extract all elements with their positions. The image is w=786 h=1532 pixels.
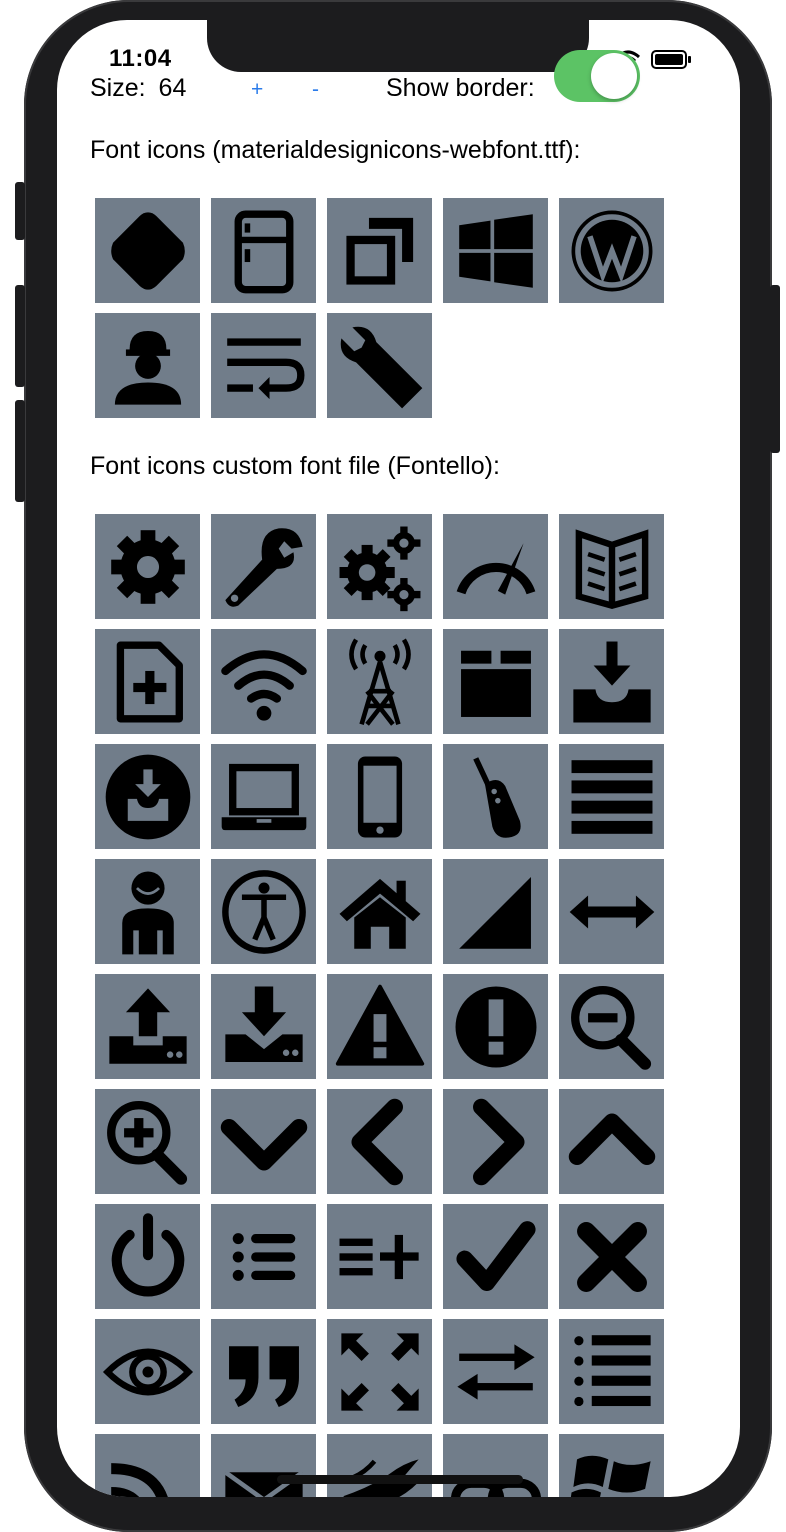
show-border-label: Show border: bbox=[386, 74, 535, 102]
power-icon bbox=[95, 1204, 200, 1309]
increase-size-button[interactable]: + bbox=[251, 78, 263, 102]
accessibility-icon bbox=[211, 859, 316, 964]
zoom-out-icon bbox=[559, 974, 664, 1079]
chevron-right-icon bbox=[443, 1089, 548, 1194]
power-side-button bbox=[770, 285, 780, 453]
chevron-left-icon bbox=[327, 1089, 432, 1194]
expand-icon bbox=[327, 1319, 432, 1424]
home-icon bbox=[327, 859, 432, 964]
fridge-icon bbox=[211, 198, 316, 303]
chevron-up-icon bbox=[559, 1089, 664, 1194]
wifi-icon bbox=[211, 629, 316, 734]
gauge-icon bbox=[443, 514, 548, 619]
windows-logo-icon bbox=[443, 198, 548, 303]
fire-icon bbox=[327, 1434, 432, 1497]
home-indicator[interactable] bbox=[277, 1475, 523, 1484]
wrap-text-icon bbox=[211, 313, 316, 418]
battery-icon bbox=[651, 50, 691, 69]
file-add-icon bbox=[95, 629, 200, 734]
inbox-download-icon bbox=[559, 629, 664, 734]
quote-icon bbox=[211, 1319, 316, 1424]
windows-flag-icon bbox=[559, 1434, 664, 1497]
list-bullet-icon bbox=[211, 1204, 316, 1309]
upload-icon bbox=[95, 974, 200, 1079]
box-icon bbox=[443, 629, 548, 734]
download-icon bbox=[211, 974, 316, 1079]
rss-icon bbox=[95, 1434, 200, 1497]
size-value: 64 bbox=[158, 74, 187, 102]
mobile-icon bbox=[327, 744, 432, 849]
resize-horizontal-icon bbox=[559, 859, 664, 964]
book-open-icon bbox=[559, 514, 664, 619]
mail-icon bbox=[211, 1434, 316, 1497]
show-border-toggle[interactable] bbox=[554, 50, 640, 102]
wrench-material-icon bbox=[327, 313, 432, 418]
menu-icon bbox=[559, 744, 664, 849]
app-screen: 11:04 Size: 64 + - Show border: Font ico… bbox=[57, 20, 740, 1497]
close-icon bbox=[559, 1204, 664, 1309]
decrease-size-button[interactable]: - bbox=[312, 78, 319, 102]
material-icon-grid bbox=[95, 198, 664, 418]
worker-icon bbox=[95, 313, 200, 418]
cog-icon bbox=[95, 514, 200, 619]
chevron-down-icon bbox=[211, 1089, 316, 1194]
fontello-icon-grid bbox=[95, 514, 664, 1497]
signal-tower-icon bbox=[327, 629, 432, 734]
checkmark-icon bbox=[443, 1204, 548, 1309]
list-icon bbox=[559, 1319, 664, 1424]
size-display: Size: 64 bbox=[90, 74, 186, 103]
mouse-icon bbox=[443, 744, 548, 849]
list-add-icon bbox=[327, 1204, 432, 1309]
toggle-knob bbox=[591, 53, 637, 99]
wrench-icon bbox=[211, 514, 316, 619]
signal-triangle-icon bbox=[443, 859, 548, 964]
volume-down-button bbox=[15, 400, 25, 502]
mute-switch bbox=[15, 182, 25, 240]
fontello-section-title: Font icons custom font file (Fontello): bbox=[90, 452, 500, 480]
window-restore-icon bbox=[327, 198, 432, 303]
download-circle-icon bbox=[95, 744, 200, 849]
status-time: 11:04 bbox=[109, 45, 172, 72]
zoom-in-icon bbox=[95, 1089, 200, 1194]
exclamation-icon bbox=[443, 974, 548, 1079]
laptop-icon bbox=[211, 744, 316, 849]
exchange-icon bbox=[443, 1319, 548, 1424]
eye-icon bbox=[95, 1319, 200, 1424]
wordpress-logo-icon bbox=[559, 198, 664, 303]
diamond-icon bbox=[95, 198, 200, 303]
warning-icon bbox=[327, 974, 432, 1079]
size-label: Size: bbox=[90, 74, 146, 102]
link-icon bbox=[443, 1434, 548, 1497]
notch bbox=[207, 20, 589, 72]
material-section-title: Font icons (materialdesignicons-webfont.… bbox=[90, 136, 581, 164]
cogs-icon bbox=[327, 514, 432, 619]
user-icon bbox=[95, 859, 200, 964]
volume-up-button bbox=[15, 285, 25, 387]
